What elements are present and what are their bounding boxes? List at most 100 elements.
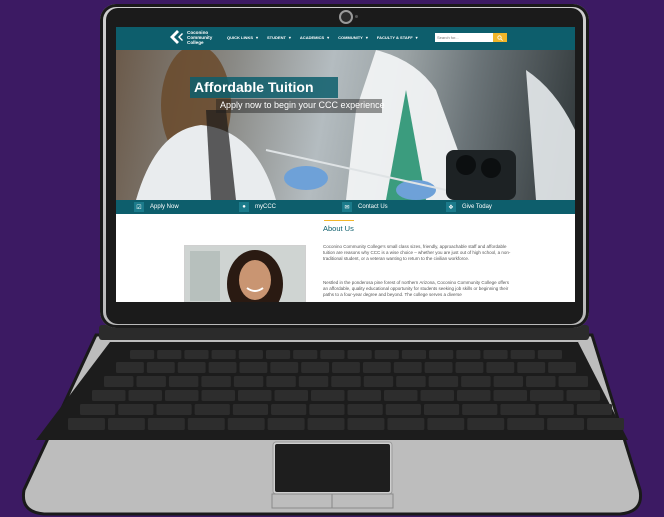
nav-quick-links[interactable]: QUICK LINKS ▾ [227,35,258,40]
keyboard-key [347,418,385,430]
quicklink-myccc[interactable]: ● myCCC [239,200,276,214]
keyboard-key [548,362,576,373]
quicklink-label: Apply Now [150,204,179,210]
nav-community[interactable]: COMMUNITY ▾ [338,35,368,40]
keyboard-key [456,350,481,359]
webcam-light [355,15,358,18]
keyboard-key [270,362,299,373]
keyboard-key [547,418,585,430]
nav-student[interactable]: STUDENT ▾ [267,35,291,40]
quicklink-apply-now[interactable]: ☑ Apply Now [134,200,179,214]
keyboard-key [331,376,361,387]
keyboard-key [301,362,330,373]
keyboard-key [461,376,491,387]
caret-down-icon: ▾ [256,35,259,40]
search-input[interactable]: Search for... [435,33,493,42]
keyboard-key [467,418,505,430]
keyboard-key [211,350,236,359]
keyboard-key [483,350,508,359]
keyboard-key [177,362,206,373]
student-photo [184,245,306,302]
keyboard-key [507,418,545,430]
college-logo[interactable]: Coconino Community College [168,29,217,45]
keyboard-key [92,390,126,401]
keyboard-key [266,376,296,387]
keyboard-key [428,376,459,387]
keyboard-key [311,390,345,401]
caret-down-icon: ▾ [327,35,330,40]
keyboard-key [68,418,105,430]
keyboard-key [530,390,564,401]
touchpad[interactable] [275,444,390,492]
keyboard-key [238,350,263,359]
keyboard-key [493,376,524,387]
keyboard-key [363,376,394,387]
lab-scene-image [136,50,575,200]
keyboard-key [128,390,162,401]
student-portrait-image [185,246,305,302]
keyboard-key [267,418,305,430]
keyboard-key [274,390,308,401]
keyboard-key [362,362,391,373]
quicklink-give-today[interactable]: ❖ Give Today [446,200,492,214]
keyboard-key [136,376,166,387]
nav-label: STUDENT [267,35,286,40]
keyboard-key [118,404,154,415]
keyboard-key [130,350,155,359]
keyboard-key [107,418,145,430]
keyboard-key [387,418,425,430]
keyboard-key [168,376,199,387]
logo-line-3: College [187,39,204,45]
keyboard-key [104,376,134,387]
keyboard-key [227,418,265,430]
quicklink-contact-us[interactable]: ✉ Contact Us [342,200,388,214]
keyboard-key [401,350,427,359]
keyboard-key [587,418,624,430]
keyboard-key [396,376,426,387]
keyboard-key [320,350,345,359]
user-icon: ● [239,202,249,212]
keyboard-key [239,362,268,373]
about-divider [324,220,354,221]
keyboard-key [457,390,491,401]
nav-faculty-staff[interactable]: FACULTY & STAFF ▾ [377,35,418,40]
keyboard-key [116,362,144,373]
keyboard-key [347,390,381,401]
checkbox-icon: ☑ [134,202,144,212]
keyboard-key [298,376,329,387]
keyboard-key [208,362,237,373]
keyboard-key [187,418,225,430]
nav-academics[interactable]: ACADEMICS ▾ [300,35,329,40]
keyboard-key [558,376,588,387]
about-paragraph-1: Coconino Community College's small class… [323,244,511,261]
main-nav: QUICK LINKS ▾ STUDENT ▾ ACADEMICS ▾ COMMUNI… [227,35,427,40]
keyboard-key [165,390,199,401]
keyboard-key [500,404,536,415]
keyboard-key [385,404,421,415]
keyboard-key [184,350,209,359]
keyboard-key [517,362,546,373]
logo-text: Coconino Community College [187,30,217,45]
keyboard-key [427,418,465,430]
keyboard-key [429,350,454,359]
caret-down-icon: ▾ [365,35,368,40]
keyboard-key [493,390,527,401]
keyboard-key [201,390,235,401]
keyboard-key [424,362,453,373]
about-paragraph-2: Nestled in the ponderosa pine forest of … [323,280,510,297]
keyboard-key [157,350,182,359]
keyboard-key [238,390,272,401]
search-button[interactable] [493,33,507,42]
keyboard-key [384,390,418,401]
hero-title: Affordable Tuition [194,79,314,95]
keyboard-key [146,362,175,373]
keyboard-key [233,376,264,387]
keyboard-key [309,404,345,415]
keyboard-key [526,376,556,387]
caret-down-icon: ▾ [415,35,418,40]
hero-subtitle: Apply now to begin your CCC experience [220,100,385,110]
search-icon [497,34,503,41]
nav-label: FACULTY & STAFF [376,35,413,40]
nav-label: QUICK LINKS [227,35,253,40]
hero-banner: Affordable Tuition Apply now to begin yo… [116,50,575,200]
